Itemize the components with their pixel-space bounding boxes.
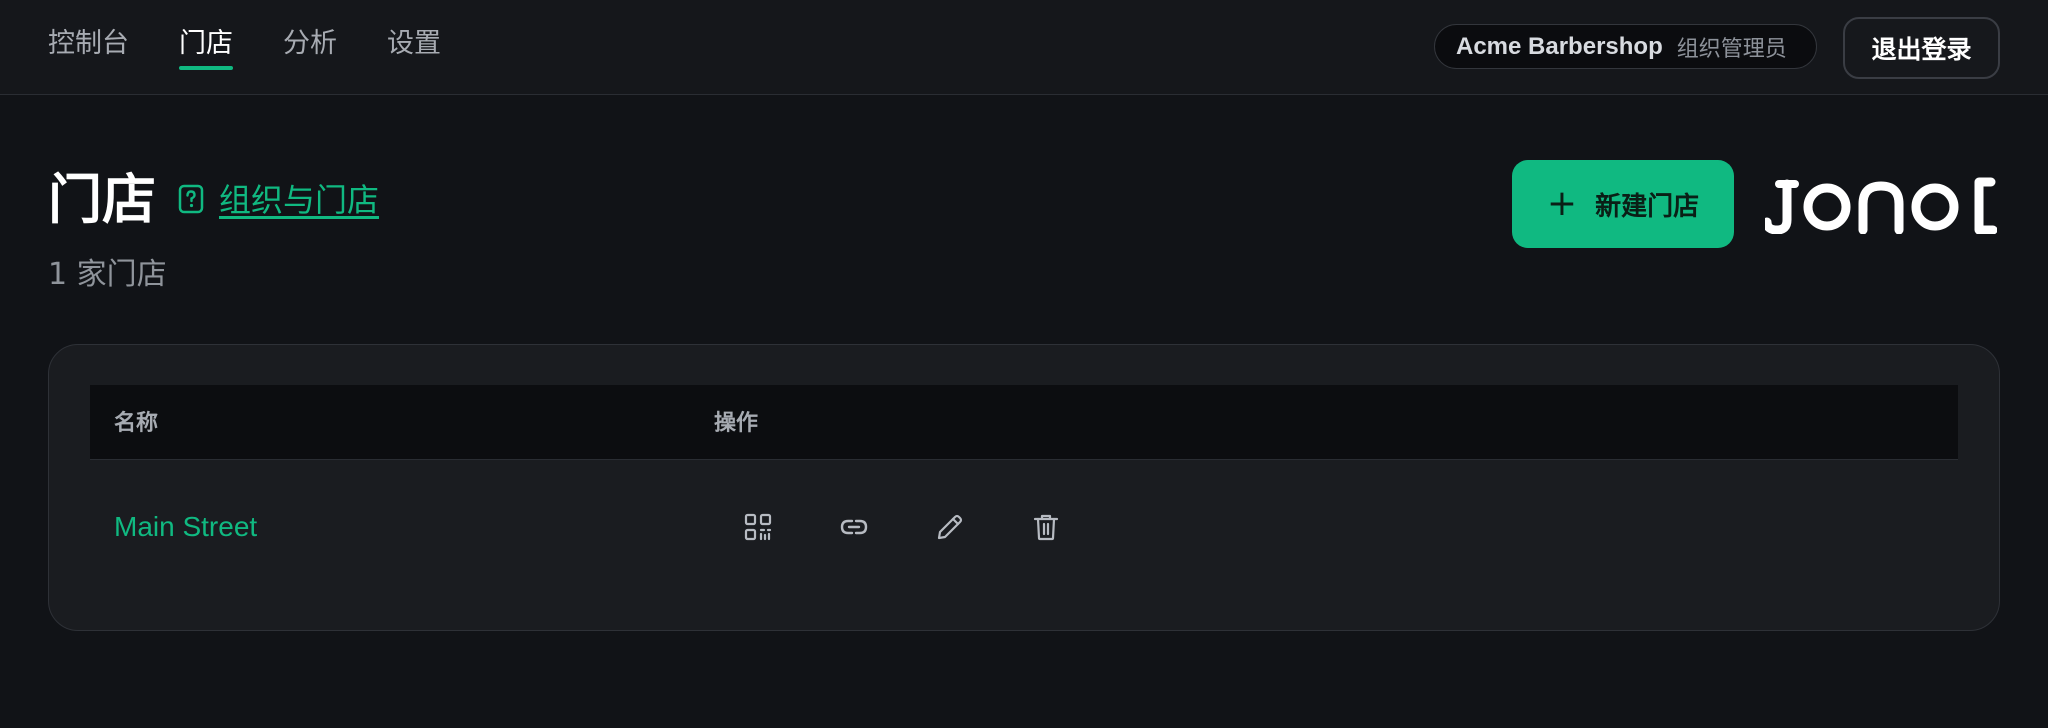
main-nav: 控制台 门店 分析 设置 [48, 24, 491, 72]
org-name: Acme Barbershop [1456, 32, 1663, 60]
plus-icon: + [1546, 183, 1578, 224]
table-header: 名称 操作 [90, 385, 1958, 460]
org-badge: Acme Barbershop 组织管理员 [1434, 24, 1817, 69]
delete-icon[interactable] [1024, 505, 1068, 549]
store-count: 1 家门店 [48, 257, 167, 292]
logout-button[interactable]: 退出登录 [1843, 17, 2000, 79]
new-store-button[interactable]: + 新建门店 [1512, 160, 1734, 248]
org-stores-help-link[interactable]: 组织与门店 [219, 178, 379, 222]
column-header-actions: 操作 [714, 411, 759, 436]
tab-stores[interactable]: 门店 [179, 24, 233, 70]
store-name-link[interactable]: Main Street [114, 508, 257, 546]
new-store-label: 新建门店 [1595, 191, 1700, 222]
link-icon[interactable] [832, 505, 876, 549]
tab-settings[interactable]: 设置 [387, 24, 441, 64]
help-doc-icon [178, 184, 204, 214]
tab-analytics[interactable]: 分析 [283, 24, 337, 64]
tab-dashboard[interactable]: 控制台 [48, 24, 129, 64]
org-role: 组织管理员 [1676, 36, 1787, 62]
top-navbar: 控制台 门店 分析 设置 Acme Barbershop 组织管理员 退出登录 [0, 0, 2048, 95]
edit-icon[interactable] [928, 505, 972, 549]
qr-code-icon[interactable] [736, 505, 780, 549]
column-header-name: 名称 [114, 411, 159, 436]
page-title: 门店 [48, 168, 156, 231]
brand-logo [1765, 177, 1997, 234]
